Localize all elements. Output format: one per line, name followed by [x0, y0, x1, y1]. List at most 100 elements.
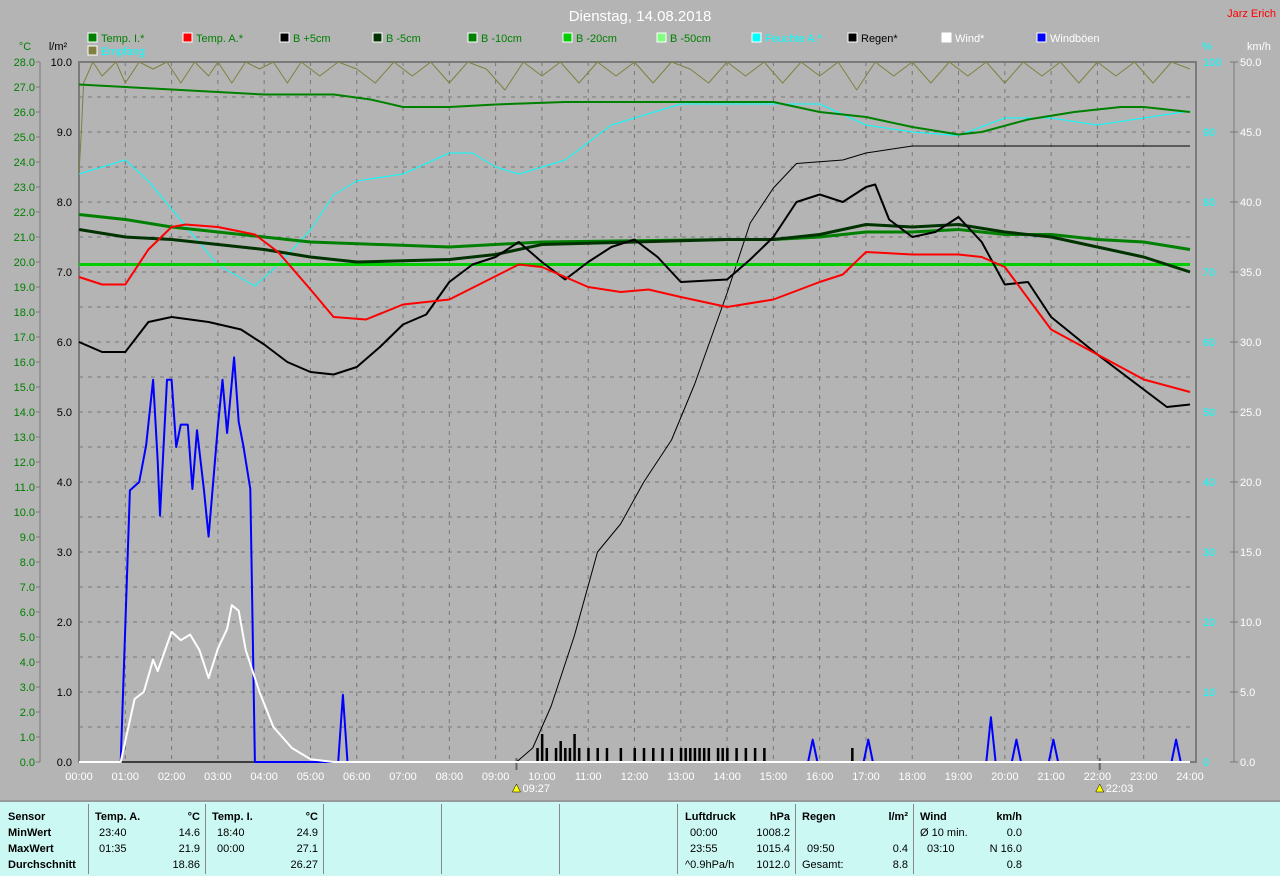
rain-tick-label: 10.0 [51, 57, 72, 69]
x-tick-label: 09:00 [482, 771, 510, 783]
x-tick-label: 24:00 [1176, 771, 1204, 783]
wind-tick-label: 10.0 [1240, 617, 1261, 629]
chart-title: Dienstag, 14.08.2018 [569, 8, 712, 25]
legend-swatch [87, 32, 98, 43]
wind-tick-label: 15.0 [1240, 547, 1261, 559]
rain-bar [851, 748, 854, 762]
rain-bar [716, 748, 720, 762]
temp-a-max: 21.9 [178, 843, 200, 855]
rain-bar [605, 748, 609, 762]
temp-tick-label: 13.0 [14, 432, 35, 444]
temp-tick-label: 12.0 [14, 457, 35, 469]
rain-bar [619, 748, 623, 762]
legend-swatch [751, 32, 762, 43]
humidity-tick-label: 60 [1203, 337, 1215, 349]
wind-tick-label: 5.0 [1240, 687, 1255, 699]
temp-tick-label: 19.0 [14, 282, 35, 294]
rain-unit: l/m² [888, 811, 908, 823]
pressure-header: Luftdruck [685, 811, 736, 823]
x-tick-label: 16:00 [806, 771, 834, 783]
rain-bar [744, 748, 748, 762]
legend-swatch [941, 32, 952, 43]
humidity-tick-label: 30 [1203, 547, 1215, 559]
rain-bar [559, 741, 562, 762]
legend-label: Temp. I.* [101, 33, 145, 45]
x-tick-label: 20:00 [991, 771, 1019, 783]
wind-header: Wind [920, 811, 947, 823]
rain-bar [554, 748, 558, 762]
temp-a-min: 14.6 [178, 827, 200, 839]
wind-tick-label: 30.0 [1240, 337, 1261, 349]
legend-label: Regen* [861, 33, 898, 45]
humidity-tick-label: 90 [1203, 127, 1215, 139]
legend-swatch [1036, 32, 1047, 43]
rain-max: 0.4 [892, 843, 908, 855]
legend-swatch [182, 32, 193, 43]
temp-i-max-time: 00:00 [217, 843, 245, 855]
temp-tick-label: 21.0 [14, 232, 35, 244]
temp-i-min: 24.9 [296, 827, 318, 839]
legend-swatch [372, 32, 383, 43]
x-tick-label: 19:00 [945, 771, 973, 783]
pressure-avg: 1012.0 [756, 859, 790, 871]
rain-tick-label: 9.0 [57, 127, 72, 139]
divider [913, 804, 914, 874]
legend-label: B -20cm [576, 33, 617, 45]
temp-a-max-time: 01:35 [99, 843, 127, 855]
x-tick-label: 11:00 [575, 771, 602, 783]
legend-swatch [279, 32, 290, 43]
rain-bar [763, 748, 766, 762]
sunset-icon [1095, 783, 1105, 793]
legend-label: B -5cm [386, 33, 421, 45]
temp-tick-label: 16.0 [14, 357, 35, 369]
rain-bar [693, 748, 697, 762]
rain-bar [633, 748, 636, 762]
temp-tick-label: 20.0 [14, 257, 35, 269]
weather-chart: Dienstag, 14.08.2018 Jarz Erich 00:00 01:00… [14, 8, 1276, 795]
temp-a-unit: °C [187, 811, 200, 823]
wind-tick-label: 40.0 [1240, 197, 1261, 209]
legend-label: Wind* [955, 33, 985, 45]
sunset-time: 22:03 [1106, 783, 1134, 795]
rain-bar [689, 748, 692, 762]
temp-tick-label: 15.0 [14, 382, 35, 394]
rain-bar [670, 748, 674, 762]
legend-label: B -50cm [670, 33, 711, 45]
x-tick-label: 08:00 [436, 771, 464, 783]
wind-max-time: 03:10 [927, 843, 955, 855]
legend-label: Windböen [1050, 33, 1100, 45]
grid [79, 62, 1196, 762]
row-label-max: MaxWert [8, 843, 54, 855]
rain-bar [587, 748, 590, 762]
temp-tick-label: 22.0 [14, 207, 35, 219]
rain-bar [735, 748, 738, 762]
x-tick-label: 04:00 [250, 771, 278, 783]
rain-bar [568, 748, 572, 762]
legend-swatch [467, 32, 478, 43]
humidity-tick-label: 0 [1203, 757, 1209, 769]
x-tick-label: 18:00 [898, 771, 926, 783]
wind-tick-label: 50.0 [1240, 57, 1261, 69]
x-tick-label: 01:00 [112, 771, 140, 783]
divider [795, 804, 796, 874]
pressure-max: 1015.4 [756, 843, 790, 855]
x-tick-label: 03:00 [204, 771, 232, 783]
wind-axis-unit: km/h [1247, 41, 1271, 53]
rain-total: 8.8 [892, 859, 908, 871]
x-tick-label: 06:00 [343, 771, 371, 783]
sunrise-time: 09:27 [522, 783, 550, 795]
temp-tick-label: 18.0 [14, 307, 35, 319]
temp-tick-label: 5.0 [20, 632, 35, 644]
rain-bar [679, 748, 683, 762]
legend-swatch [656, 32, 667, 43]
rain-bar [661, 748, 664, 762]
pressure-unit: hPa [769, 811, 790, 823]
temp-tick-label: 27.0 [14, 82, 35, 94]
temp-a-min-time: 23:40 [99, 827, 127, 839]
x-tick-label: 05:00 [297, 771, 325, 783]
humidity-tick-label: 40 [1203, 477, 1215, 489]
axes: Dienstag, 14.08.2018 Jarz Erich 00:00 01:00… [14, 8, 1276, 795]
divider [677, 804, 678, 874]
humidity-tick-label: 20 [1203, 617, 1215, 629]
humidity-tick-label: 70 [1203, 267, 1215, 279]
